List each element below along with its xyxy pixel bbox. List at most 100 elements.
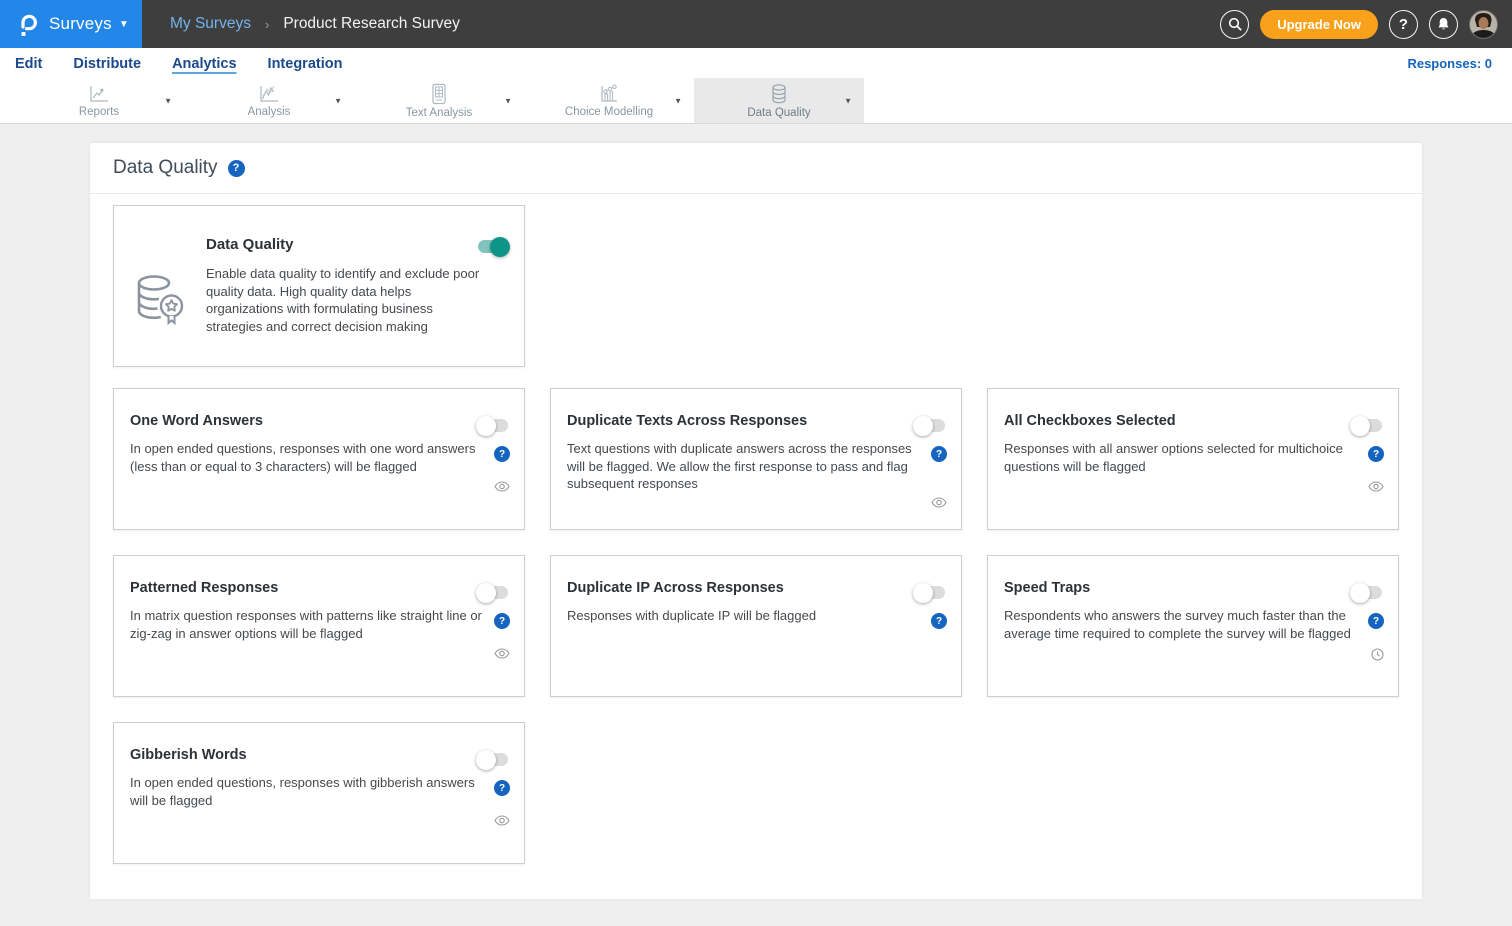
cards-area: Data Quality Enable data quality to iden… (90, 194, 1422, 864)
help-icon[interactable]: ? (1368, 613, 1384, 629)
search-button[interactable] (1220, 10, 1249, 39)
card-description: In open ended questions, responses with … (130, 440, 482, 475)
toggle-knob (476, 583, 496, 603)
card-title: Patterned Responses (130, 580, 508, 596)
help-icon[interactable]: ? (931, 446, 947, 462)
panel-header: Data Quality ? (90, 143, 1422, 194)
eye-icon[interactable] (494, 648, 510, 659)
tab-label: Data Quality (747, 107, 810, 119)
analysis-chart-icon (257, 84, 281, 104)
nav-item-integration[interactable]: Integration (268, 54, 343, 72)
database-icon (768, 83, 790, 105)
upgrade-now-button[interactable]: Upgrade Now (1260, 10, 1378, 39)
chevron-down-icon[interactable]: ▼ (504, 96, 512, 105)
data-quality-panel: Data Quality ? Data Quality Enable data … (90, 143, 1422, 899)
chevron-down-icon[interactable]: ▼ (334, 96, 342, 105)
card-title: Speed Traps (1004, 580, 1382, 596)
card-title: Data Quality (206, 236, 508, 253)
card-duplicate-texts: Duplicate Texts Across Responses Text qu… (550, 388, 962, 530)
user-avatar[interactable] (1469, 10, 1498, 39)
card-speed-traps: Speed Traps Respondents who answers the … (987, 555, 1399, 697)
breadcrumb-my-surveys[interactable]: My Surveys (170, 15, 251, 33)
card-description: Enable data quality to identify and excl… (206, 265, 488, 335)
toggle-knob (1350, 583, 1370, 603)
card-description: Responses with all answer options select… (1004, 440, 1356, 475)
tab-analysis[interactable]: Analysis ▼ (184, 78, 354, 123)
text-analysis-icon (429, 83, 449, 105)
card-title: Duplicate IP Across Responses (567, 580, 945, 596)
eye-icon[interactable] (494, 481, 510, 492)
chevron-down-icon[interactable]: ▼ (844, 96, 852, 105)
card-description: Respondents who answers the survey much … (1004, 607, 1356, 642)
card-title: All Checkboxes Selected (1004, 413, 1382, 429)
nav-item-analytics[interactable]: Analytics (172, 54, 236, 72)
help-icon[interactable]: ? (494, 446, 510, 462)
card-gibberish-words: Gibberish Words In open ended questions,… (113, 722, 525, 864)
eye-icon[interactable] (494, 815, 510, 826)
data-quality-toggle[interactable] (478, 240, 508, 253)
card-patterned-responses: Patterned Responses In matrix question r… (113, 555, 525, 697)
brand-menu[interactable]: Surveys ▼ (0, 0, 142, 48)
nav-item-edit[interactable]: Edit (15, 54, 42, 72)
rule-toggle[interactable] (1352, 419, 1382, 432)
toggle-knob (913, 583, 933, 603)
rule-toggle[interactable] (478, 753, 508, 766)
card-description: Responses with duplicate IP will be flag… (567, 607, 919, 625)
rule-cards-grid: One Word Answers In open ended questions… (113, 388, 1399, 864)
card-duplicate-ip: Duplicate IP Across Responses Responses … (550, 555, 962, 697)
topbar-actions: Upgrade Now ? (1220, 10, 1512, 39)
breadcrumb-separator: › (265, 17, 269, 32)
eye-icon[interactable] (1368, 481, 1384, 492)
page-title: Data Quality (113, 157, 218, 179)
analytics-toolbar: Reports ▼ Analysis ▼ Text Analysis ▼ Cho… (0, 78, 1512, 124)
notifications-button[interactable] (1429, 10, 1458, 39)
tab-text-analysis[interactable]: Text Analysis ▼ (354, 78, 524, 123)
help-icon[interactable]: ? (1368, 446, 1384, 462)
tab-label: Analysis (248, 106, 291, 118)
tab-reports[interactable]: Reports ▼ (14, 78, 184, 123)
chevron-down-icon[interactable]: ▼ (164, 96, 172, 105)
master-card-body: Data Quality Enable data quality to iden… (206, 232, 508, 366)
chevron-down-icon[interactable]: ▼ (119, 19, 129, 30)
card-description: In open ended questions, responses with … (130, 774, 482, 809)
help-icon[interactable]: ? (931, 613, 947, 629)
product-name: Surveys (49, 14, 112, 34)
toggle-knob (476, 416, 496, 436)
card-one-word-answers: One Word Answers In open ended questions… (113, 388, 525, 530)
tab-choice-modelling[interactable]: Choice Modelling ▼ (524, 78, 694, 123)
choice-modelling-icon (597, 84, 621, 104)
rule-toggle[interactable] (915, 419, 945, 432)
eye-icon[interactable] (931, 497, 947, 508)
help-button[interactable]: ? (1389, 10, 1418, 39)
tab-data-quality[interactable]: Data Quality ▼ (694, 78, 864, 123)
card-description: Text questions with duplicate answers ac… (567, 440, 919, 493)
question-mark-icon: ? (1399, 16, 1408, 33)
toggle-knob (490, 237, 510, 257)
rule-toggle[interactable] (478, 586, 508, 599)
rule-toggle[interactable] (915, 586, 945, 599)
breadcrumb: My Surveys › Product Research Survey (170, 15, 460, 33)
breadcrumb-current-survey: Product Research Survey (283, 15, 460, 33)
chevron-down-icon[interactable]: ▼ (674, 96, 682, 105)
survey-section-nav: Edit Distribute Analytics Integration Re… (0, 48, 1512, 78)
top-bar: Surveys ▼ My Surveys › Product Research … (0, 0, 1512, 48)
rule-toggle[interactable] (1352, 586, 1382, 599)
toggle-knob (913, 416, 933, 436)
card-all-checkboxes: All Checkboxes Selected Responses with a… (987, 388, 1399, 530)
toggle-knob (1350, 416, 1370, 436)
data-quality-master-card: Data Quality Enable data quality to iden… (113, 205, 525, 367)
bell-icon (1437, 17, 1450, 31)
database-award-icon (130, 234, 188, 366)
help-icon[interactable]: ? (494, 613, 510, 629)
help-icon[interactable]: ? (228, 160, 245, 177)
search-icon (1228, 17, 1242, 31)
rule-toggle[interactable] (478, 419, 508, 432)
clock-icon[interactable] (1371, 648, 1384, 661)
reports-chart-icon (87, 84, 111, 104)
tab-label: Text Analysis (406, 107, 472, 119)
questionpro-logo-icon (17, 10, 39, 38)
help-icon[interactable]: ? (494, 780, 510, 796)
main-content: Data Quality ? Data Quality Enable data … (0, 124, 1512, 899)
responses-count[interactable]: Responses: 0 (1407, 56, 1492, 71)
nav-item-distribute[interactable]: Distribute (73, 54, 141, 72)
